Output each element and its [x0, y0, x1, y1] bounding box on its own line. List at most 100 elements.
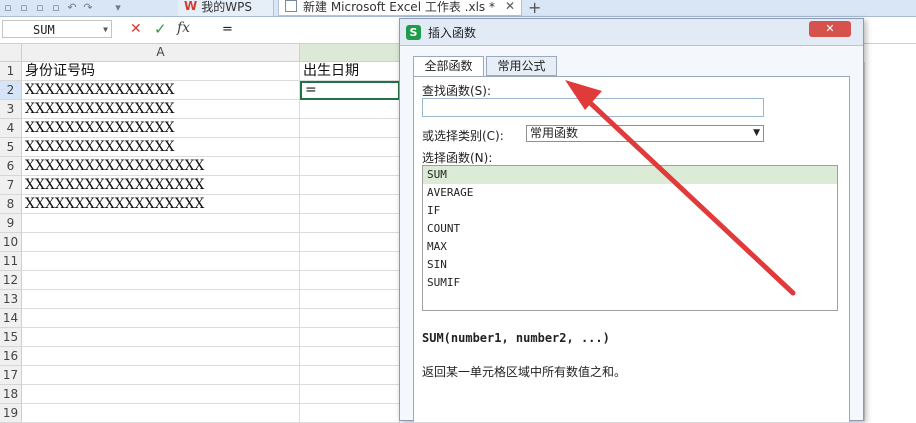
name-box[interactable]: SUM ▼: [2, 20, 112, 38]
tab-all-functions[interactable]: 全部函数: [413, 56, 484, 77]
tab-common-formulas[interactable]: 常用公式: [486, 56, 557, 76]
cell-a[interactable]: XXXXXXXXXXXXXXX: [22, 81, 300, 100]
function-list[interactable]: SUM AVERAGE IF COUNT MAX SIN SUMIF: [422, 165, 838, 311]
cell-a[interactable]: [22, 385, 300, 404]
select-function-label: 选择函数(N):: [422, 151, 493, 165]
row-header[interactable]: 16: [0, 347, 22, 366]
export-icon[interactable]: ▫: [18, 2, 30, 14]
active-cell-b2[interactable]: =: [300, 81, 400, 100]
cell-b[interactable]: [300, 328, 400, 347]
print-icon[interactable]: ▫: [34, 2, 46, 14]
tab-document-label: 新建 Microsoft Excel 工作表 .xls *: [303, 0, 495, 14]
cell-a[interactable]: [22, 309, 300, 328]
cell-b[interactable]: [300, 404, 400, 423]
cell-a[interactable]: XXXXXXXXXXXXXXX: [22, 138, 300, 157]
row-header[interactable]: 6: [0, 157, 22, 176]
row-header[interactable]: 1: [0, 62, 22, 81]
cell-a[interactable]: [22, 366, 300, 385]
cell-a[interactable]: [22, 347, 300, 366]
row-header[interactable]: 19: [0, 404, 22, 423]
add-tab-icon[interactable]: +: [528, 0, 541, 16]
cell-b[interactable]: [300, 309, 400, 328]
undo-icon[interactable]: ↶: [66, 2, 78, 14]
function-item[interactable]: MAX: [423, 238, 837, 256]
dialog-panel: 查找函数(S): 或选择类别(C): 常用函数 ▼ 选择函数(N): SUM AV…: [413, 76, 850, 422]
cell-b[interactable]: [300, 157, 400, 176]
more-dropdown-icon[interactable]: ▾: [112, 2, 124, 14]
cell-b[interactable]: [300, 290, 400, 309]
close-icon[interactable]: ✕: [809, 21, 851, 37]
function-item[interactable]: COUNT: [423, 220, 837, 238]
tab-document[interactable]: 新建 Microsoft Excel 工作表 .xls * ✕: [278, 0, 522, 16]
cell-b[interactable]: 出生日期: [300, 62, 400, 81]
cell-a[interactable]: XXXXXXXXXXXXXXXXXX: [22, 176, 300, 195]
save-icon[interactable]: ▫: [2, 2, 14, 14]
cell-a[interactable]: XXXXXXXXXXXXXXXXXX: [22, 195, 300, 214]
row-header[interactable]: 8: [0, 195, 22, 214]
row-header[interactable]: 15: [0, 328, 22, 347]
cell-b[interactable]: [300, 233, 400, 252]
row-header[interactable]: 2: [0, 81, 22, 100]
cell-b[interactable]: [300, 347, 400, 366]
function-description: 返回某一单元格区域中所有数值之和。: [422, 365, 627, 379]
chevron-down-icon[interactable]: ▼: [103, 21, 108, 39]
cell-a[interactable]: XXXXXXXXXXXXXXXXXX: [22, 157, 300, 176]
select-all-corner[interactable]: [0, 44, 22, 62]
cell-b[interactable]: [300, 176, 400, 195]
column-header-a[interactable]: A: [22, 44, 300, 62]
cell-b[interactable]: [300, 366, 400, 385]
category-select-value: 常用函数: [530, 126, 579, 140]
cell-a[interactable]: XXXXXXXXXXXXXXX: [22, 119, 300, 138]
redo-icon[interactable]: ↷: [82, 2, 94, 14]
tab-my-wps[interactable]: W 我的WPS: [178, 0, 274, 16]
row-header[interactable]: 3: [0, 100, 22, 119]
search-function-input[interactable]: [422, 98, 764, 117]
cell-b[interactable]: [300, 252, 400, 271]
row-header[interactable]: 4: [0, 119, 22, 138]
function-item[interactable]: SIN: [423, 256, 837, 274]
function-item[interactable]: SUMIF: [423, 274, 837, 292]
row-header[interactable]: 12: [0, 271, 22, 290]
row-header[interactable]: 17: [0, 366, 22, 385]
cell-a[interactable]: [22, 252, 300, 271]
cell-b[interactable]: [300, 195, 400, 214]
cell-a[interactable]: [22, 328, 300, 347]
cell-b[interactable]: [300, 385, 400, 404]
cell-a[interactable]: XXXXXXXXXXXXXXX: [22, 100, 300, 119]
chevron-down-icon[interactable]: ▼: [753, 126, 760, 141]
category-select[interactable]: 常用函数 ▼: [526, 125, 764, 142]
cell-a[interactable]: [22, 233, 300, 252]
cell-b[interactable]: [300, 100, 400, 119]
row-header[interactable]: 11: [0, 252, 22, 271]
formula-input[interactable]: =: [222, 22, 233, 37]
close-tab-icon[interactable]: ✕: [505, 0, 515, 13]
cell-a[interactable]: 身份证号码: [22, 62, 300, 81]
tab-my-wps-label: 我的WPS: [201, 0, 252, 14]
cell-a[interactable]: [22, 290, 300, 309]
row-header[interactable]: 9: [0, 214, 22, 233]
cell-b[interactable]: [300, 119, 400, 138]
insert-function-icon[interactable]: fx: [177, 20, 190, 36]
function-item[interactable]: AVERAGE: [423, 184, 837, 202]
cancel-icon[interactable]: ✕: [130, 21, 142, 37]
row-header[interactable]: 5: [0, 138, 22, 157]
row-header[interactable]: 13: [0, 290, 22, 309]
category-label: 或选择类别(C):: [422, 129, 504, 143]
cell-a[interactable]: [22, 404, 300, 423]
row-header[interactable]: 18: [0, 385, 22, 404]
dialog-title: 插入函数: [428, 26, 477, 40]
cell-a[interactable]: [22, 214, 300, 233]
cell-a[interactable]: [22, 271, 300, 290]
row-header[interactable]: 14: [0, 309, 22, 328]
function-item[interactable]: IF: [423, 202, 837, 220]
cell-b[interactable]: [300, 214, 400, 233]
column-header-b[interactable]: [300, 44, 400, 62]
row-header[interactable]: 7: [0, 176, 22, 195]
dialog-title-bar[interactable]: S 插入函数 ✕: [400, 19, 863, 46]
print-preview-icon[interactable]: ▫: [50, 2, 62, 14]
cell-b[interactable]: [300, 138, 400, 157]
row-header[interactable]: 10: [0, 233, 22, 252]
cell-b[interactable]: [300, 271, 400, 290]
function-item[interactable]: SUM: [423, 166, 837, 184]
confirm-icon[interactable]: ✓: [154, 20, 167, 38]
